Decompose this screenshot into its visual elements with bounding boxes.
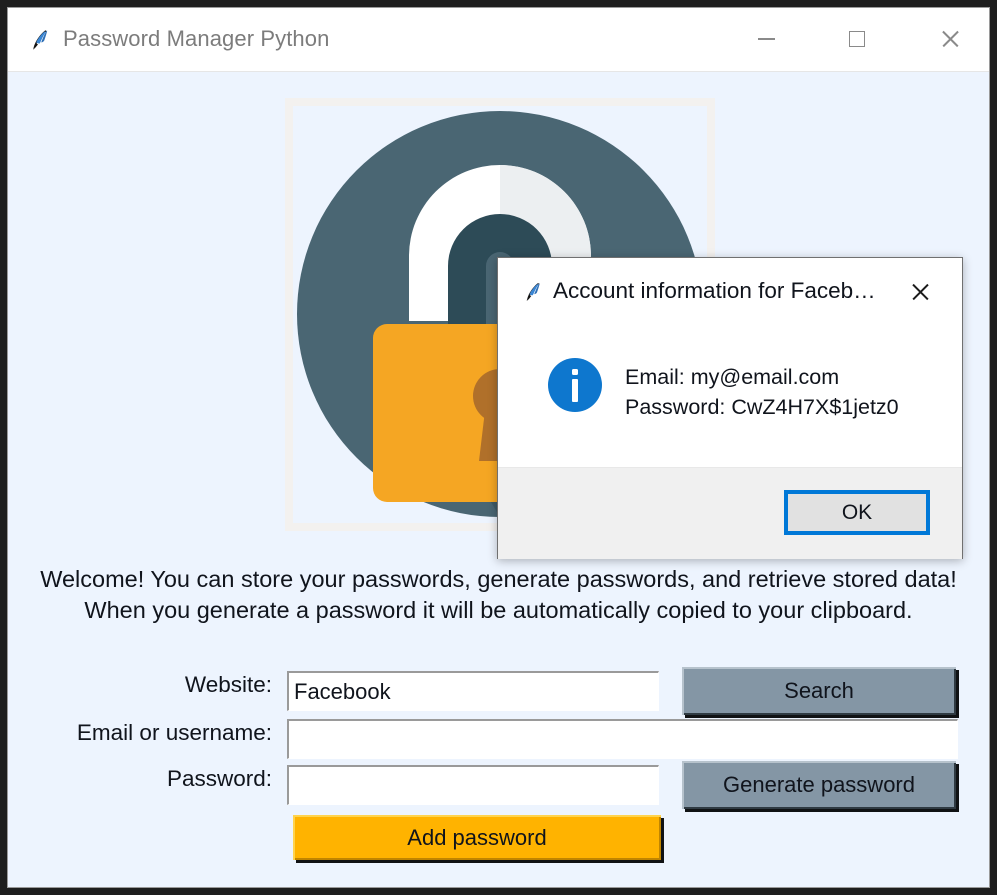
dialog-close-button[interactable] [898, 274, 942, 310]
application-window: Password Manager Python Welcome! You can… [8, 8, 989, 887]
search-button[interactable]: Search [682, 667, 956, 715]
dialog-message: Email: my@email.com Password: CwZ4H7X$1j… [625, 362, 899, 422]
password-label: Password: [166, 766, 272, 791]
information-icon [546, 356, 604, 414]
email-input[interactable] [287, 719, 958, 759]
dialog-titlebar[interactable]: Account information for Faceb… [498, 258, 962, 326]
dialog-message-password: Password: CwZ4H7X$1jetz0 [625, 395, 899, 419]
python-feather-icon [522, 280, 546, 304]
website-label: Website: [184, 672, 272, 697]
dialog-message-email: Email: my@email.com [625, 365, 840, 389]
dialog-body: Email: my@email.com Password: CwZ4H7X$1j… [498, 326, 962, 467]
close-icon [910, 282, 930, 302]
account-information-dialog: Account information for Faceb… Email: my… [497, 257, 963, 559]
add-password-button[interactable]: Add password [293, 815, 661, 860]
desktop-background: Password Manager Python Welcome! You can… [0, 0, 997, 895]
ok-button[interactable]: OK [784, 490, 930, 535]
dialog-title: Account information for Faceb… [553, 278, 876, 303]
email-label: Email or username: [76, 720, 272, 745]
password-input[interactable] [287, 765, 659, 805]
website-input[interactable] [287, 671, 659, 711]
dialog-footer: OK [498, 467, 962, 559]
generate-password-button[interactable]: Generate password [682, 761, 956, 809]
